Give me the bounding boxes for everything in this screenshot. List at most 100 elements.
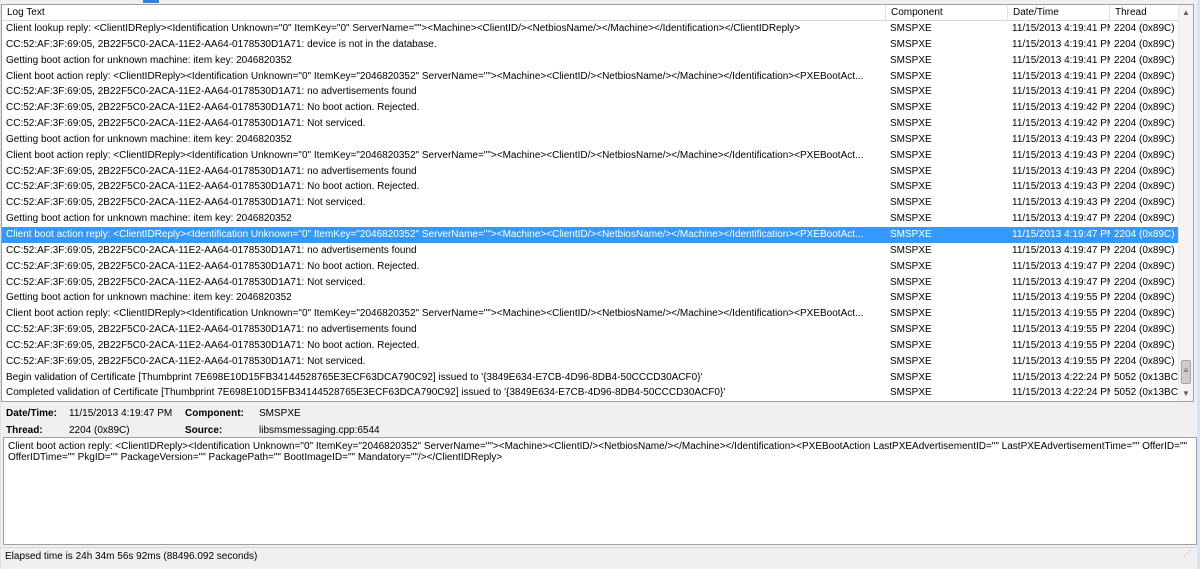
row-thread: 2204 (0x89C) xyxy=(1114,228,1175,240)
column-header-datetime[interactable]: Date/Time xyxy=(1008,5,1110,21)
table-row[interactable]: CC:52:AF:3F:69:05, 2B22F5C0-2ACA-11E2-AA… xyxy=(2,243,1180,259)
row-component: SMSPXE xyxy=(890,260,932,272)
row-datetime: 11/15/2013 4:19:55 PM xyxy=(1012,324,1110,336)
row-datetime: 11/15/2013 4:19:41 PM xyxy=(1012,54,1110,66)
status-bar: Elapsed time is 24h 34m 56s 92ms (88496.… xyxy=(1,547,1197,565)
row-thread: 2204 (0x89C) xyxy=(1114,70,1175,82)
row-log-text: Getting boot action for unknown machine:… xyxy=(6,54,292,66)
log-list[interactable]: Log Text Component Date/Time Thread Clie… xyxy=(1,4,1194,402)
table-row[interactable]: Getting boot action for unknown machine:… xyxy=(2,53,1180,69)
table-row[interactable]: Getting boot action for unknown machine:… xyxy=(2,132,1180,148)
row-log-text: Client boot action reply: <ClientIDReply… xyxy=(6,70,864,82)
detail-thread-value: 2204 (0x89C) xyxy=(69,425,130,436)
table-row[interactable]: Getting boot action for unknown machine:… xyxy=(2,211,1180,227)
row-thread: 2204 (0x89C) xyxy=(1114,102,1175,114)
table-row[interactable]: CC:52:AF:3F:69:05, 2B22F5C0-2ACA-11E2-AA… xyxy=(2,179,1180,195)
row-log-text: CC:52:AF:3F:69:05, 2B22F5C0-2ACA-11E2-AA… xyxy=(6,339,420,351)
resize-grip-icon[interactable]: ⋰ xyxy=(1183,549,1193,559)
row-log-text: CC:52:AF:3F:69:05, 2B22F5C0-2ACA-11E2-AA… xyxy=(6,38,437,50)
row-thread: 2204 (0x89C) xyxy=(1114,339,1175,351)
table-row[interactable]: CC:52:AF:3F:69:05, 2B22F5C0-2ACA-11E2-AA… xyxy=(2,259,1180,275)
row-log-text: Client boot action reply: <ClientIDReply… xyxy=(6,308,864,320)
row-component: SMSPXE xyxy=(890,308,932,320)
row-component: SMSPXE xyxy=(890,118,932,130)
toolbar-button[interactable] xyxy=(143,0,159,3)
table-row[interactable]: CC:52:AF:3F:69:05, 2B22F5C0-2ACA-11E2-AA… xyxy=(2,322,1180,338)
row-datetime: 11/15/2013 4:19:41 PM xyxy=(1012,23,1110,34)
row-component: SMSPXE xyxy=(890,371,932,383)
row-datetime: 11/15/2013 4:19:47 PM xyxy=(1012,276,1110,288)
row-thread: 2204 (0x89C) xyxy=(1114,181,1175,193)
column-header-log-text[interactable]: Log Text xyxy=(2,5,886,21)
column-header-component[interactable]: Component xyxy=(886,5,1008,21)
row-log-text: Getting boot action for unknown machine:… xyxy=(6,292,292,304)
detail-datetime-value: 11/15/2013 4:19:47 PM xyxy=(69,408,173,419)
table-row[interactable]: Getting boot action for unknown machine:… xyxy=(2,290,1180,306)
row-datetime: 11/15/2013 4:19:47 PM xyxy=(1012,228,1110,240)
row-thread: 2204 (0x89C) xyxy=(1114,54,1175,66)
row-log-text: CC:52:AF:3F:69:05, 2B22F5C0-2ACA-11E2-AA… xyxy=(6,197,366,209)
row-log-text: CC:52:AF:3F:69:05, 2B22F5C0-2ACA-11E2-AA… xyxy=(6,355,366,367)
scroll-down-icon[interactable]: ▼ xyxy=(1179,386,1193,401)
row-log-text: Getting boot action for unknown machine:… xyxy=(6,133,292,145)
row-component: SMSPXE xyxy=(890,86,932,98)
row-log-text: CC:52:AF:3F:69:05, 2B22F5C0-2ACA-11E2-AA… xyxy=(6,324,417,336)
row-thread: 2204 (0x89C) xyxy=(1114,86,1175,98)
row-datetime: 11/15/2013 4:19:43 PM xyxy=(1012,133,1110,145)
row-log-text: CC:52:AF:3F:69:05, 2B22F5C0-2ACA-11E2-AA… xyxy=(6,260,420,272)
row-log-text: Completed validation of Certificate [Thu… xyxy=(6,387,726,399)
table-row[interactable]: CC:52:AF:3F:69:05, 2B22F5C0-2ACA-11E2-AA… xyxy=(2,37,1180,53)
table-row[interactable]: CC:52:AF:3F:69:05, 2B22F5C0-2ACA-11E2-AA… xyxy=(2,164,1180,180)
row-component: SMSPXE xyxy=(890,54,932,66)
table-row[interactable]: CC:52:AF:3F:69:05, 2B22F5C0-2ACA-11E2-AA… xyxy=(2,195,1180,211)
scroll-thumb[interactable]: ≡ xyxy=(1181,360,1191,384)
log-entry-details: Date/Time: 11/15/2013 4:19:47 PM Compone… xyxy=(1,404,1197,437)
row-thread: 2204 (0x89C) xyxy=(1114,149,1175,161)
table-row[interactable]: CC:52:AF:3F:69:05, 2B22F5C0-2ACA-11E2-AA… xyxy=(2,338,1180,354)
table-row[interactable]: Client boot action reply: <ClientIDReply… xyxy=(2,69,1180,85)
row-component: SMSPXE xyxy=(890,133,932,145)
log-list-header: Log Text Component Date/Time Thread xyxy=(2,5,1180,21)
table-row[interactable]: Begin validation of Certificate [Thumbpr… xyxy=(2,370,1180,386)
table-row[interactable]: CC:52:AF:3F:69:05, 2B22F5C0-2ACA-11E2-AA… xyxy=(2,116,1180,132)
table-row[interactable]: CC:52:AF:3F:69:05, 2B22F5C0-2ACA-11E2-AA… xyxy=(2,84,1180,100)
vertical-scrollbar[interactable]: ▲ ≡ ▼ xyxy=(1178,5,1193,401)
table-row[interactable]: Client boot action reply: <ClientIDReply… xyxy=(2,226,1180,243)
row-thread: 2204 (0x89C) xyxy=(1114,276,1175,288)
row-component: SMSPXE xyxy=(890,197,932,209)
row-component: SMSPXE xyxy=(890,387,932,399)
row-datetime: 11/15/2013 4:19:41 PM xyxy=(1012,70,1110,82)
table-row[interactable]: Completed validation of Certificate [Thu… xyxy=(2,385,1180,401)
row-log-text: Client boot action reply: <ClientIDReply… xyxy=(6,149,864,161)
row-thread: 5052 (0x13BC) xyxy=(1114,387,1180,399)
table-row[interactable]: Client lookup reply: <ClientIDReply><Ide… xyxy=(2,21,1180,37)
row-thread: 2204 (0x89C) xyxy=(1114,260,1175,272)
log-message-textbox[interactable]: Client boot action reply: <ClientIDReply… xyxy=(3,437,1197,545)
row-component: SMSPXE xyxy=(890,244,932,256)
row-thread: 2204 (0x89C) xyxy=(1114,213,1175,225)
row-component: SMSPXE xyxy=(890,38,932,50)
row-log-text: Getting boot action for unknown machine:… xyxy=(6,213,292,225)
row-thread: 2204 (0x89C) xyxy=(1114,23,1175,34)
row-datetime: 11/15/2013 4:19:55 PM xyxy=(1012,339,1110,351)
row-component: SMSPXE xyxy=(890,70,932,82)
row-thread: 2204 (0x89C) xyxy=(1114,292,1175,304)
row-log-text: CC:52:AF:3F:69:05, 2B22F5C0-2ACA-11E2-AA… xyxy=(6,165,417,177)
row-component: SMSPXE xyxy=(890,339,932,351)
detail-source-label: Source: xyxy=(185,425,223,436)
scroll-up-icon[interactable]: ▲ xyxy=(1179,5,1193,20)
row-component: SMSPXE xyxy=(890,165,932,177)
row-datetime: 11/15/2013 4:19:42 PM xyxy=(1012,118,1110,130)
row-datetime: 11/15/2013 4:19:41 PM xyxy=(1012,86,1110,98)
row-log-text: CC:52:AF:3F:69:05, 2B22F5C0-2ACA-11E2-AA… xyxy=(6,181,420,193)
table-row[interactable]: Client boot action reply: <ClientIDReply… xyxy=(2,148,1180,164)
table-row[interactable]: CC:52:AF:3F:69:05, 2B22F5C0-2ACA-11E2-AA… xyxy=(2,354,1180,370)
row-datetime: 11/15/2013 4:22:24 PM xyxy=(1012,371,1110,383)
table-row[interactable]: CC:52:AF:3F:69:05, 2B22F5C0-2ACA-11E2-AA… xyxy=(2,100,1180,116)
table-row[interactable]: CC:52:AF:3F:69:05, 2B22F5C0-2ACA-11E2-AA… xyxy=(2,275,1180,291)
row-datetime: 11/15/2013 4:19:41 PM xyxy=(1012,38,1110,50)
column-header-thread[interactable]: Thread xyxy=(1110,5,1180,21)
table-row[interactable]: Client boot action reply: <ClientIDReply… xyxy=(2,306,1180,322)
row-log-text: CC:52:AF:3F:69:05, 2B22F5C0-2ACA-11E2-AA… xyxy=(6,118,366,130)
row-component: SMSPXE xyxy=(890,228,932,240)
